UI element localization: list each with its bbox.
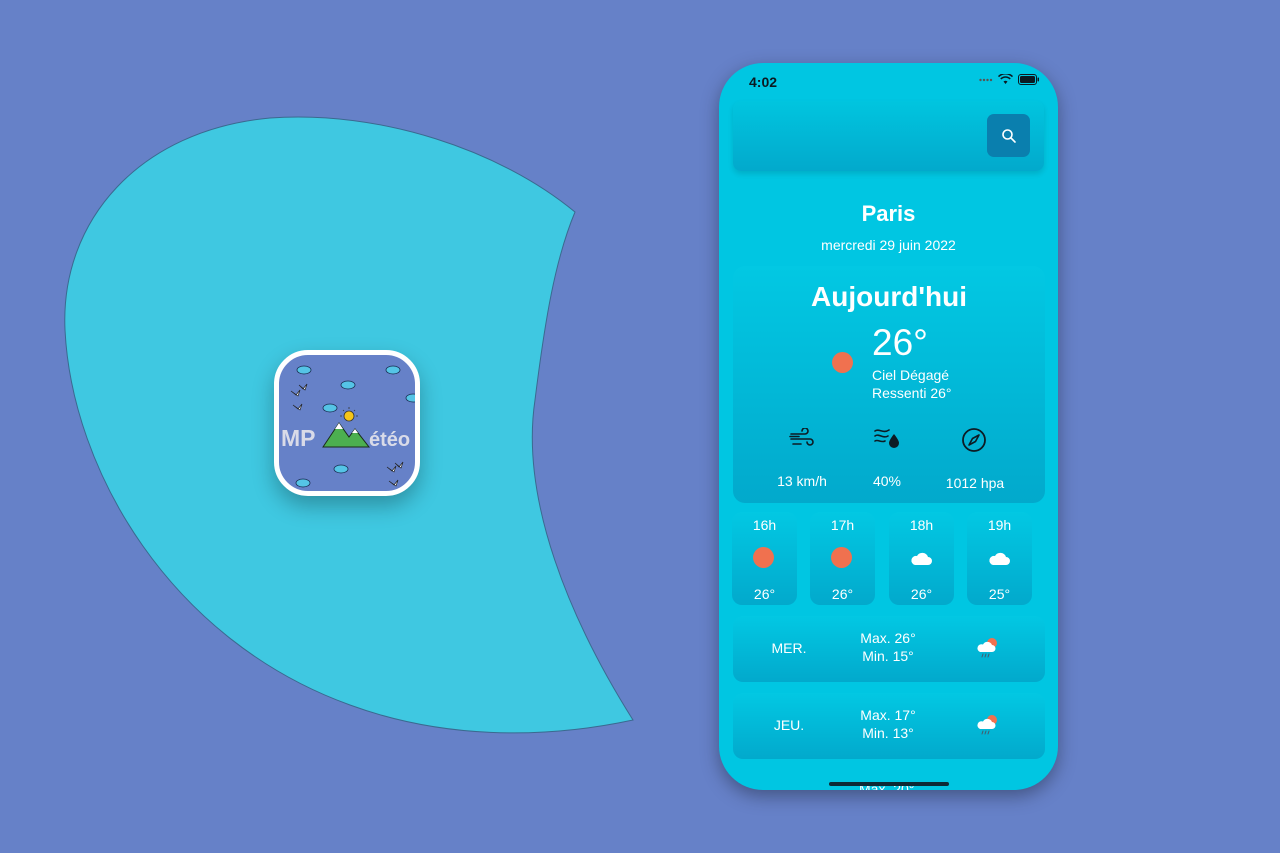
app-icon[interactable]: MP étéo	[274, 350, 420, 496]
phone-screen: 4:02 Paris mercredi 29 juin 2022 Aujourd…	[719, 63, 1058, 790]
hour-label: 17h	[830, 517, 855, 533]
feels-like: Ressenti 26°	[872, 385, 952, 401]
daily-forecast-row[interactable]: JEU. Max. 17° Min. 13°	[733, 693, 1045, 759]
day-min-temperature: Min. 15°	[862, 648, 914, 664]
compass-icon	[962, 428, 986, 452]
humidity-icon	[874, 429, 899, 448]
current-date: mercredi 29 juin 2022	[821, 237, 956, 253]
sun-icon	[831, 547, 852, 568]
cloud-icon	[989, 552, 1010, 565]
sun-icon	[832, 352, 853, 373]
humidity-value: 40%	[872, 473, 902, 489]
status-icons	[979, 74, 1040, 85]
search-button[interactable]	[987, 114, 1030, 157]
city-name: Paris	[861, 201, 916, 226]
home-indicator[interactable]	[829, 782, 949, 786]
app-icon-text-right: étéo	[369, 429, 411, 451]
weather-condition: Ciel Dégagé	[872, 367, 950, 383]
hour-temperature: 26°	[910, 586, 933, 602]
battery-icon	[1018, 74, 1039, 85]
wind-icon	[789, 428, 814, 446]
pressure-value: 1012 hpa	[945, 475, 1005, 491]
status-time: 4:02	[749, 74, 778, 90]
hourly-card[interactable]: 17h 26°	[810, 512, 875, 605]
hourly-card[interactable]: 18h 26°	[889, 512, 954, 605]
today-title: Aujourd'hui	[811, 281, 967, 312]
day-name: JEU.	[773, 717, 805, 733]
wind-speed: 13 km/h	[777, 473, 827, 489]
hourly-card[interactable]: 19h 25°	[967, 512, 1032, 605]
today-card: Aujourd'hui 26° Ciel Dégagé Ressenti 26°…	[733, 266, 1045, 503]
hour-temperature: 26°	[831, 586, 854, 602]
hour-label: 16h	[752, 517, 777, 533]
search-bar[interactable]	[733, 101, 1044, 171]
day-min-temperature: Min. 13°	[862, 725, 914, 741]
hour-label: 18h	[909, 517, 934, 533]
signal-icon	[979, 78, 993, 81]
day-max-temperature: Max. 17°	[860, 707, 916, 723]
app-icon-artwork	[290, 365, 415, 488]
wifi-icon	[998, 74, 1013, 84]
current-temperature: 26°	[872, 322, 928, 363]
search-icon	[1001, 128, 1016, 143]
background-blob	[64, 116, 634, 734]
hour-temperature: 25°	[988, 586, 1011, 602]
hour-temperature: 26°	[753, 586, 776, 602]
sun-icon	[753, 547, 774, 568]
day-name: MER.	[771, 640, 807, 656]
sun-cloud-rain-icon	[977, 715, 997, 735]
app-icon-text-left: MP	[281, 425, 316, 451]
hourly-card[interactable]: 16h 26°	[732, 512, 797, 605]
hour-label: 19h	[987, 517, 1012, 533]
day-max-temperature: Max. 26°	[860, 630, 916, 646]
daily-forecast-row[interactable]: MER. Max. 26° Min. 15°	[733, 616, 1045, 682]
cloud-icon	[911, 552, 932, 565]
sun-cloud-rain-icon	[977, 638, 997, 658]
